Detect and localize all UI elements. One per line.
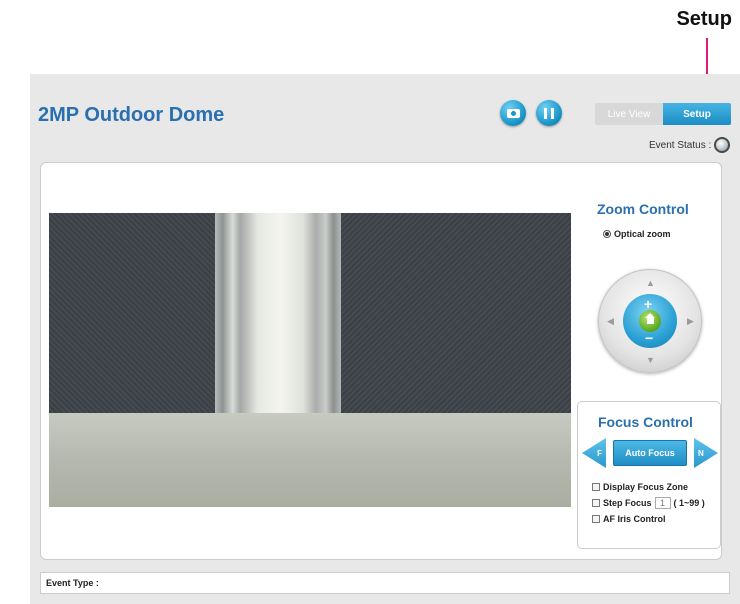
- event-status: Event Status :: [649, 137, 731, 153]
- view-tabs: Live View Setup: [595, 103, 731, 125]
- optical-zoom-radio[interactable]: [603, 230, 611, 238]
- page-title: 2MP Outdoor Dome: [38, 104, 225, 126]
- step-focus-range: ( 1~99 ): [673, 498, 705, 508]
- home-icon: [644, 313, 655, 325]
- pause-icon: [544, 107, 554, 119]
- af-iris-control-checkbox[interactable]: [592, 515, 600, 523]
- step-focus-checkbox[interactable]: [592, 499, 600, 507]
- event-type-label: Event Type :: [46, 578, 99, 588]
- camera-web-ui: 2MP Outdoor Dome Live View Setup Event S…: [30, 74, 740, 604]
- status-indicator-icon: [714, 137, 731, 153]
- zoom-control-title: Zoom Control: [597, 201, 689, 217]
- snapshot-button[interactable]: [500, 100, 526, 126]
- video-floor: [49, 413, 571, 507]
- focus-control-title: Focus Control: [598, 414, 693, 430]
- live-video-view[interactable]: [49, 213, 571, 507]
- focus-control-panel: Focus Control F Auto Focus N Display Foc…: [577, 401, 721, 549]
- camera-icon: [506, 108, 520, 118]
- display-focus-zone-option[interactable]: Display Focus Zone: [592, 482, 688, 492]
- setup-annotation-label: Setup: [676, 8, 732, 30]
- focus-buttons: F Auto Focus N: [582, 438, 718, 468]
- optical-zoom-option[interactable]: Optical zoom: [603, 229, 671, 239]
- focus-near-button[interactable]: N: [694, 438, 718, 468]
- pan-left-button[interactable]: ◀: [607, 317, 614, 326]
- focus-far-button[interactable]: F: [582, 438, 606, 468]
- video-wall-right: [341, 213, 571, 445]
- ptz-control[interactable]: ▲ ▼ ◀ ▶ + −: [598, 269, 702, 373]
- pause-button[interactable]: [536, 100, 562, 126]
- step-focus-option[interactable]: Step Focus 1 ( 1~99 ): [592, 497, 705, 509]
- af-iris-control-option[interactable]: AF Iris Control: [592, 514, 666, 524]
- event-type-bar: Event Type :: [40, 572, 730, 594]
- af-iris-control-label: AF Iris Control: [603, 514, 666, 524]
- tab-setup[interactable]: Setup: [663, 103, 731, 125]
- optical-zoom-label: Optical zoom: [614, 229, 671, 239]
- event-status-label: Event Status :: [649, 139, 712, 151]
- pan-right-button[interactable]: ▶: [687, 317, 694, 326]
- video-column: [215, 213, 341, 423]
- auto-focus-button[interactable]: Auto Focus: [613, 440, 687, 466]
- video-wall-left: [49, 213, 215, 435]
- display-focus-zone-checkbox[interactable]: [592, 483, 600, 491]
- zoom-ring: + −: [623, 294, 677, 348]
- home-button[interactable]: [639, 310, 661, 332]
- display-focus-zone-label: Display Focus Zone: [603, 482, 689, 492]
- pan-up-button[interactable]: ▲: [646, 279, 655, 288]
- step-focus-input[interactable]: 1: [654, 497, 671, 509]
- zoom-out-button[interactable]: −: [645, 330, 653, 346]
- step-focus-label: Step Focus: [603, 498, 652, 508]
- main-panel: Zoom Control Optical zoom ▲ ▼ ◀ ▶ + − Fo…: [40, 162, 722, 560]
- pan-down-button[interactable]: ▼: [646, 356, 655, 365]
- tab-live-view[interactable]: Live View: [595, 103, 663, 125]
